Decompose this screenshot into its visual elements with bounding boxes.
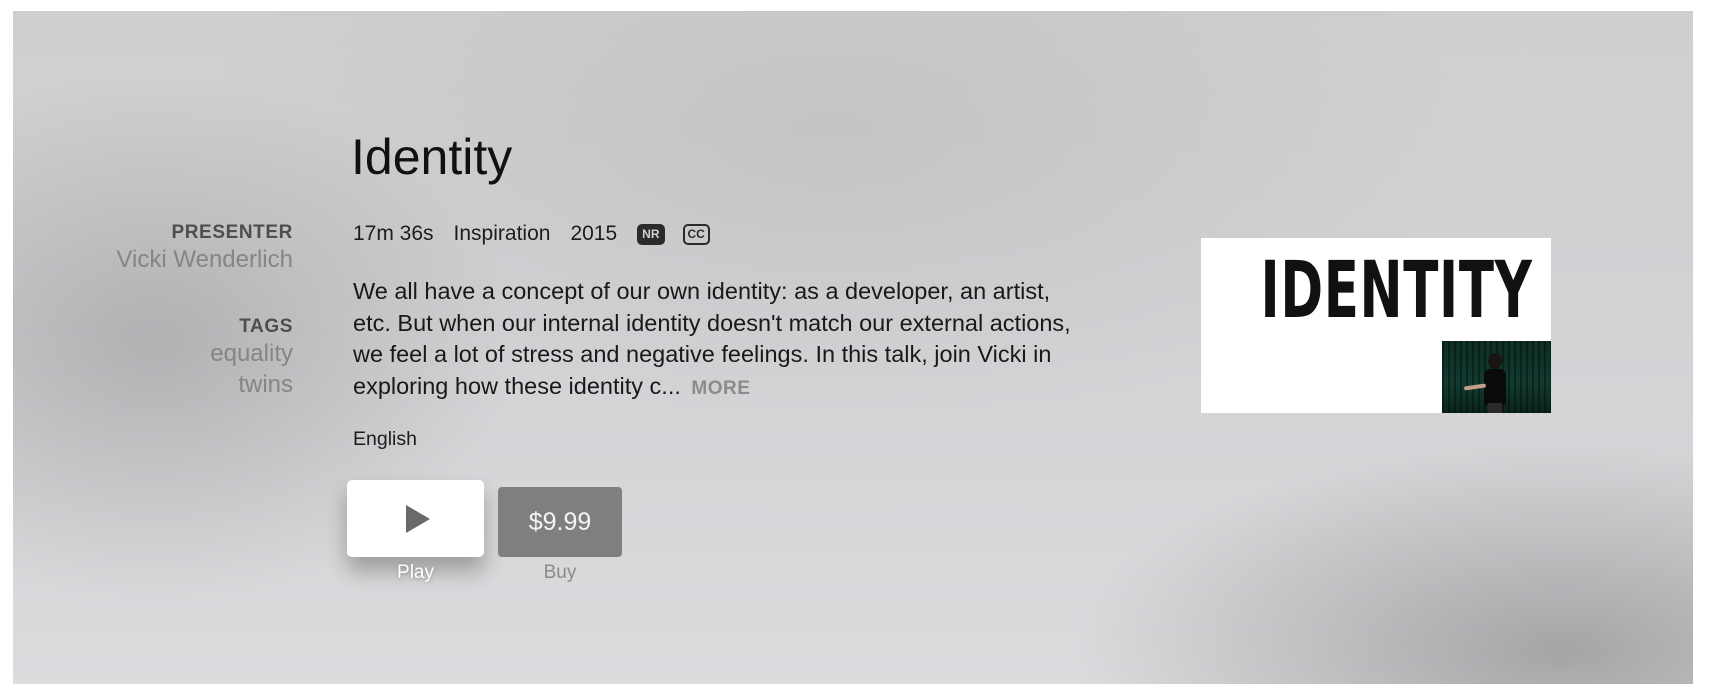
speaker-arm — [1463, 383, 1487, 391]
tags-section: TAGS equality twins — [210, 316, 293, 400]
language: English — [353, 428, 417, 450]
speaker-head — [1488, 353, 1502, 369]
description[interactable]: We all have a concept of our own identit… — [353, 276, 1073, 404]
duration: 17m 36s — [353, 222, 434, 245]
closed-captions-badge: CC — [682, 223, 710, 245]
play-button[interactable] — [347, 480, 484, 557]
tags-heading: TAGS — [239, 316, 293, 337]
play-label: Play — [397, 562, 434, 583]
rating-badge: NR — [637, 223, 665, 245]
buy-label: Buy — [543, 562, 577, 583]
page-title: Identity — [351, 129, 513, 185]
play-icon — [405, 504, 430, 533]
tag-item: twins — [238, 371, 293, 398]
speaker-legs — [1488, 403, 1502, 413]
buy-button[interactable]: $9.99 — [498, 487, 622, 557]
speaker-body — [1484, 369, 1506, 405]
speaker-video-inset — [1442, 341, 1551, 413]
more-link[interactable]: MORE — [691, 378, 750, 399]
video-detail-screen: PRESENTER Vicki Wenderlich TAGS equality… — [13, 11, 1693, 684]
tag-item: equality — [210, 340, 293, 367]
presenter-heading: PRESENTER — [171, 222, 293, 243]
video-thumbnail: IDENTITY — [1201, 238, 1551, 413]
presenter-name: Vicki Wenderlich — [116, 246, 293, 273]
year: 2015 — [570, 222, 618, 245]
genre: Inspiration — [453, 222, 551, 245]
thumbnail-title: IDENTITY — [1260, 246, 1533, 336]
presenter-section: PRESENTER Vicki Wenderlich — [116, 222, 293, 275]
metadata-row: 17m 36s Inspiration 2015 NR CC — [353, 222, 728, 246]
buy-price: $9.99 — [528, 507, 592, 536]
